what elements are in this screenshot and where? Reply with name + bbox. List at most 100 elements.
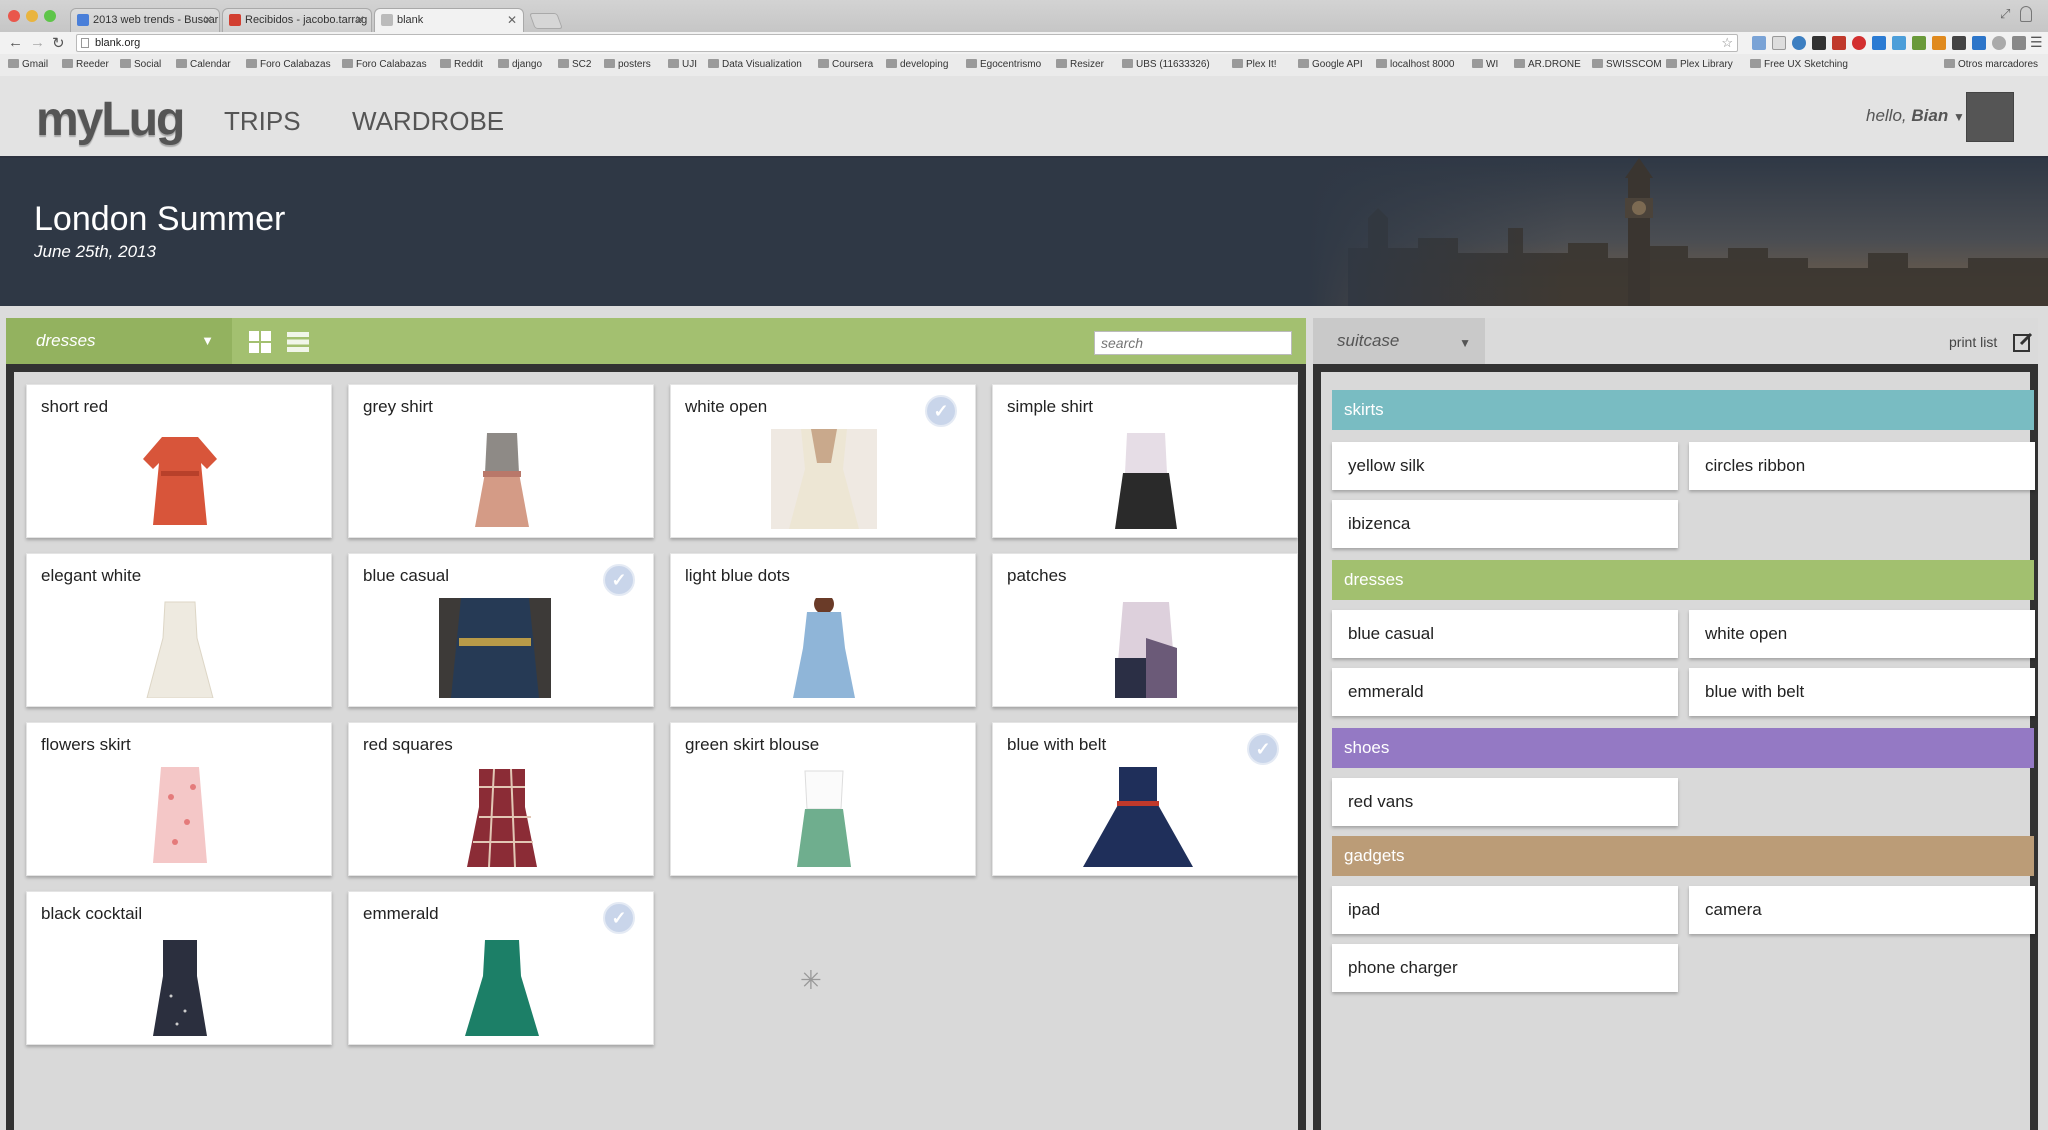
bookmark[interactable]: AR.DRONE: [1514, 59, 1581, 70]
selected-check-icon[interactable]: ✓: [925, 395, 957, 427]
address-bar[interactable]: blank.org ☆: [76, 34, 1738, 52]
bookmark[interactable]: WI: [1472, 59, 1498, 70]
extension-icon[interactable]: [1892, 36, 1906, 50]
suitcase-item[interactable]: ibizenca: [1332, 500, 1678, 548]
bookmark[interactable]: Gmail: [8, 59, 48, 70]
suitcase-item[interactable]: camera: [1689, 886, 2035, 934]
bookmark[interactable]: Google API: [1298, 59, 1363, 70]
bookmark[interactable]: SWISSCOM: [1592, 59, 1662, 70]
bookmark[interactable]: Coursera: [818, 59, 873, 70]
close-window-button[interactable]: [8, 10, 20, 22]
extension-icon[interactable]: [1812, 36, 1826, 50]
bookmark[interactable]: Plex It!: [1232, 59, 1277, 70]
bookmark[interactable]: Resizer: [1056, 59, 1104, 70]
wardrobe-item-card[interactable]: elegant white: [26, 553, 332, 707]
grid-view-icon[interactable]: [248, 330, 272, 354]
selected-check-icon[interactable]: ✓: [1247, 733, 1279, 765]
profile-icon[interactable]: [2020, 6, 2032, 22]
extension-icon[interactable]: [1752, 36, 1766, 50]
bookmark[interactable]: Plex Library: [1666, 59, 1733, 70]
browser-tab-active[interactable]: blank ✕: [374, 8, 524, 32]
forward-icon[interactable]: →: [30, 34, 45, 51]
wardrobe-item-card[interactable]: green skirt blouse: [670, 722, 976, 876]
minimize-window-button[interactable]: [26, 10, 38, 22]
bookmark[interactable]: SC2: [558, 59, 591, 70]
bookmark[interactable]: UJI: [668, 59, 697, 70]
selected-check-icon[interactable]: ✓: [603, 564, 635, 596]
bookmark[interactable]: Reeder: [62, 59, 109, 70]
bookmark[interactable]: UBS (11633326): [1122, 59, 1210, 70]
wardrobe-item-card[interactable]: short red: [26, 384, 332, 538]
fullscreen-icon[interactable]: ⤢: [2000, 6, 2010, 22]
close-tab-icon[interactable]: ✕: [203, 9, 213, 31]
wardrobe-item-card[interactable]: simple shirt: [992, 384, 1298, 538]
suitcase-item[interactable]: circles ribbon: [1689, 442, 2035, 490]
bookmark[interactable]: developing: [886, 59, 948, 70]
extension-icon[interactable]: [1872, 36, 1886, 50]
nav-wardrobe[interactable]: WARDROBE: [352, 106, 504, 137]
bookmark[interactable]: Data Visualization: [708, 59, 802, 70]
nav-trips[interactable]: TRIPS: [224, 106, 301, 137]
bookmark[interactable]: Social: [120, 59, 161, 70]
extension-icon[interactable]: [1792, 36, 1806, 50]
selected-check-icon[interactable]: ✓: [603, 902, 635, 934]
wardrobe-item-card[interactable]: blue casual ✓: [348, 553, 654, 707]
wardrobe-item-card[interactable]: black cocktail: [26, 891, 332, 1045]
close-tab-icon[interactable]: ✕: [507, 9, 517, 31]
avatar[interactable]: [1966, 92, 2014, 142]
wardrobe-item-card[interactable]: flowers skirt: [26, 722, 332, 876]
suitcase-item[interactable]: emmerald: [1332, 668, 1678, 716]
search-input[interactable]: [1094, 331, 1292, 355]
bookmark[interactable]: Reddit: [440, 59, 483, 70]
bookmark[interactable]: localhost 8000: [1376, 59, 1455, 70]
suitcase-item[interactable]: yellow silk: [1332, 442, 1678, 490]
wardrobe-item-card[interactable]: white open ✓: [670, 384, 976, 538]
browser-tab[interactable]: 2013 web trends - Buscar ✕: [70, 8, 220, 32]
suitcase-item[interactable]: red vans: [1332, 778, 1678, 826]
wardrobe-item-card[interactable]: light blue dots: [670, 553, 976, 707]
bookmark[interactable]: posters: [604, 59, 651, 70]
logo[interactable]: myLug: [36, 92, 185, 147]
extension-icon[interactable]: [1952, 36, 1966, 50]
extension-icon[interactable]: [1992, 36, 2006, 50]
google-favicon-icon: [77, 14, 89, 26]
user-menu[interactable]: hello, Bian ▼: [1866, 106, 1965, 126]
wardrobe-item-card[interactable]: grey shirt: [348, 384, 654, 538]
reload-icon[interactable]: ↻: [52, 34, 65, 52]
extension-icon[interactable]: [1932, 36, 1946, 50]
extension-icon[interactable]: [1852, 36, 1866, 50]
new-tab-button[interactable]: [529, 13, 563, 29]
suitcase-item[interactable]: blue with belt: [1689, 668, 2035, 716]
bookmark-star-icon[interactable]: ☆: [1721, 35, 1733, 51]
bookmark[interactable]: Otros marcadores: [1944, 59, 2038, 70]
bookmark[interactable]: Free UX Sketching: [1750, 59, 1848, 70]
bookmark[interactable]: Foro Calabazas: [246, 59, 331, 70]
print-list-button[interactable]: print list: [1949, 334, 1997, 350]
wardrobe-item-card[interactable]: red squares: [348, 722, 654, 876]
extension-icon[interactable]: [1772, 36, 1786, 50]
wardrobe-item-card[interactable]: blue with belt ✓: [992, 722, 1298, 876]
list-view-icon[interactable]: [286, 330, 310, 354]
suitcase-item[interactable]: phone charger: [1332, 944, 1678, 992]
extension-icon[interactable]: [2012, 36, 2026, 50]
suitcase-item[interactable]: white open: [1689, 610, 2035, 658]
browser-tab[interactable]: Recibidos - jacobo.tarrag ✕: [222, 8, 372, 32]
suitcase-dropdown[interactable]: suitcase ▼: [1313, 318, 1485, 364]
wardrobe-item-card[interactable]: patches: [992, 553, 1298, 707]
suitcase-item[interactable]: blue casual: [1332, 610, 1678, 658]
bookmark[interactable]: Foro Calabazas: [342, 59, 427, 70]
bookmark[interactable]: Egocentrismo: [966, 59, 1041, 70]
category-dropdown[interactable]: dresses ▼: [6, 318, 232, 364]
close-tab-icon[interactable]: ✕: [355, 9, 365, 31]
suitcase-item[interactable]: ipad: [1332, 886, 1678, 934]
edit-icon[interactable]: [2013, 332, 2033, 352]
bookmark[interactable]: django: [498, 59, 542, 70]
zoom-window-button[interactable]: [44, 10, 56, 22]
extension-icon[interactable]: [1832, 36, 1846, 50]
extension-icon[interactable]: [1972, 36, 1986, 50]
extension-icon[interactable]: [1912, 36, 1926, 50]
chrome-menu-icon[interactable]: ☰: [2030, 34, 2043, 51]
bookmark[interactable]: Calendar: [176, 59, 231, 70]
back-icon[interactable]: ←: [8, 34, 23, 51]
wardrobe-item-card[interactable]: emmerald ✓: [348, 891, 654, 1045]
